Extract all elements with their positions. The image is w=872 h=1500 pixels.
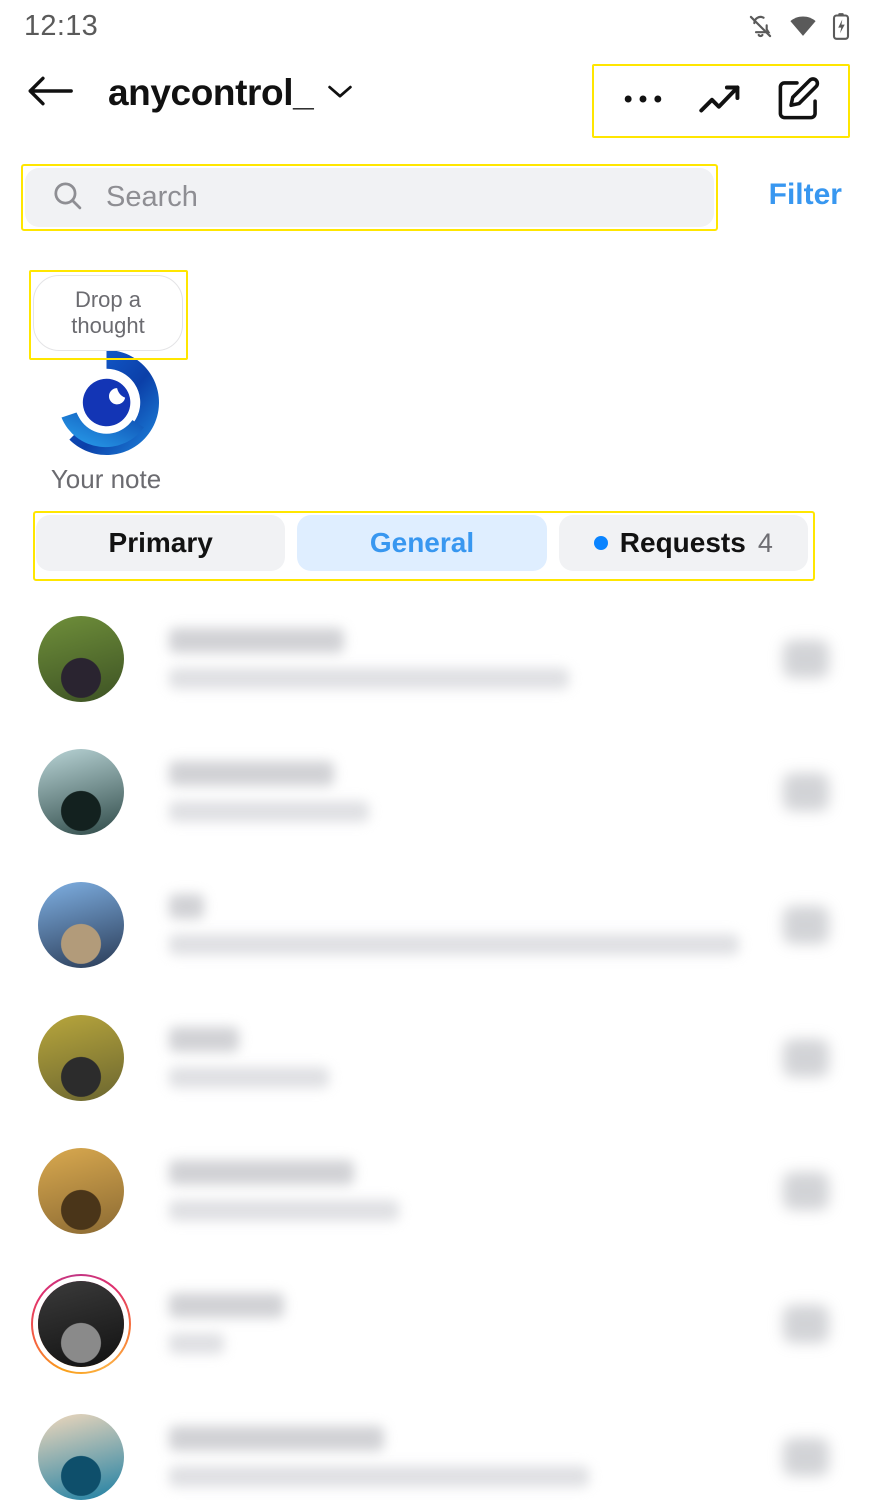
tab-requests-count: 4 <box>757 527 773 558</box>
conversation-preview-redacted <box>169 1067 329 1088</box>
camera-icon[interactable] <box>776 1028 836 1088</box>
conversation-text <box>169 628 776 689</box>
search-icon <box>51 179 84 217</box>
app-header: anycontrol_ <box>0 54 872 138</box>
camera-icon-shape <box>783 905 829 944</box>
avatar-with-story-ring[interactable] <box>31 1273 131 1374</box>
inbox-tabs: Primary General Requests 4 <box>36 515 808 571</box>
avatar[interactable] <box>35 1012 127 1104</box>
camera-icon-shape <box>783 1437 829 1476</box>
camera-icon-shape <box>783 639 829 678</box>
conversation-row[interactable] <box>0 1257 872 1390</box>
conversation-username-redacted <box>169 894 204 919</box>
wifi-icon <box>789 12 817 40</box>
tab-requests-label: Requests <box>619 527 746 558</box>
insights-button[interactable] <box>682 72 760 130</box>
avatar[interactable] <box>35 746 127 838</box>
avatar-bw-portrait <box>38 1280 124 1367</box>
conversation-text <box>169 1160 776 1221</box>
conversation-username-redacted <box>169 1426 384 1451</box>
chevron-down-icon <box>327 83 353 104</box>
compose-message-icon <box>777 76 821 126</box>
note-highlight-box <box>29 270 188 360</box>
more-options-button[interactable] <box>604 72 682 130</box>
conversation-username-redacted <box>169 1160 354 1185</box>
avatar[interactable] <box>35 879 127 971</box>
conversation-username-redacted <box>169 628 344 653</box>
conversation-preview-redacted <box>169 668 569 689</box>
avatar-forest-portrait <box>38 615 124 702</box>
tab-requests[interactable]: Requests 4 <box>558 515 808 571</box>
search-placeholder: Search <box>106 181 198 213</box>
conversation-row[interactable] <box>0 725 872 858</box>
camera-icon-shape <box>783 1171 829 1210</box>
conversation-row[interactable] <box>0 858 872 991</box>
conversation-username-redacted <box>169 761 334 786</box>
conversation-username-redacted <box>169 1293 284 1318</box>
conversation-preview-redacted <box>169 1333 224 1354</box>
notifications-off-icon <box>747 13 774 40</box>
avatar[interactable] <box>35 1145 127 1237</box>
conversation-preview-redacted <box>169 934 739 955</box>
conversation-row[interactable] <box>0 1124 872 1257</box>
conversation-row[interactable] <box>0 1390 872 1500</box>
status-time: 12:13 <box>24 9 99 42</box>
more-options-icon <box>622 92 664 111</box>
camera-icon[interactable] <box>776 1294 836 1354</box>
camera-icon[interactable] <box>776 1427 836 1487</box>
avatar[interactable] <box>35 1411 127 1500</box>
conversation-preview-redacted <box>169 801 369 822</box>
conversation-text <box>169 1027 776 1088</box>
conversation-preview-redacted <box>169 1466 589 1487</box>
camera-icon-shape <box>783 1304 829 1343</box>
your-note-section: Drop a thought Your note <box>0 262 280 494</box>
tab-general[interactable]: General <box>297 515 547 571</box>
search-input[interactable]: Search <box>25 168 714 227</box>
avatar-striped-portrait <box>38 1413 124 1500</box>
avatar-street-portrait <box>38 881 124 968</box>
tab-general-label: General <box>369 527 475 558</box>
avatar[interactable] <box>35 613 127 705</box>
conversation-text <box>169 894 776 955</box>
instagram-direct-messages-screen: 12:13 anycontrol_ Search Filter Drop a t… <box>0 0 872 1500</box>
camera-icon[interactable] <box>776 629 836 689</box>
conversation-text <box>169 1293 776 1354</box>
status-bar: 12:13 <box>0 0 872 52</box>
back-arrow-icon <box>26 71 74 116</box>
conversation-row[interactable] <box>0 991 872 1124</box>
conversation-preview-redacted <box>169 1200 399 1221</box>
avatar-hat-portrait <box>38 1147 124 1234</box>
status-icons <box>747 12 850 40</box>
camera-icon-shape <box>783 1038 829 1077</box>
conversation-text <box>169 761 776 822</box>
insights-trending-icon <box>698 80 744 123</box>
camera-icon[interactable] <box>776 762 836 822</box>
header-actions-group <box>592 64 850 138</box>
camera-icon-shape <box>783 772 829 811</box>
camera-icon[interactable] <box>776 1161 836 1221</box>
filter-button[interactable]: Filter <box>769 178 842 212</box>
page-title: anycontrol_ <box>108 72 314 113</box>
battery-charging-icon <box>832 12 850 40</box>
back-button[interactable] <box>24 67 76 119</box>
conversation-list <box>0 592 872 1500</box>
your-note-label: Your note <box>50 464 162 494</box>
username-dropdown[interactable]: anycontrol_ <box>108 72 353 114</box>
tab-primary-label: Primary <box>108 527 213 558</box>
avatar-autumn-portrait <box>38 1014 124 1101</box>
compose-message-button[interactable] <box>760 72 838 130</box>
conversation-username-redacted <box>169 1027 239 1052</box>
unread-dot-icon <box>593 536 608 550</box>
conversation-text <box>169 1426 776 1487</box>
tab-primary[interactable]: Primary <box>36 515 286 571</box>
camera-icon[interactable] <box>776 895 836 955</box>
avatar-mountain-scene <box>38 748 124 835</box>
search-row: Search Filter <box>0 164 872 236</box>
conversation-row[interactable] <box>0 592 872 725</box>
